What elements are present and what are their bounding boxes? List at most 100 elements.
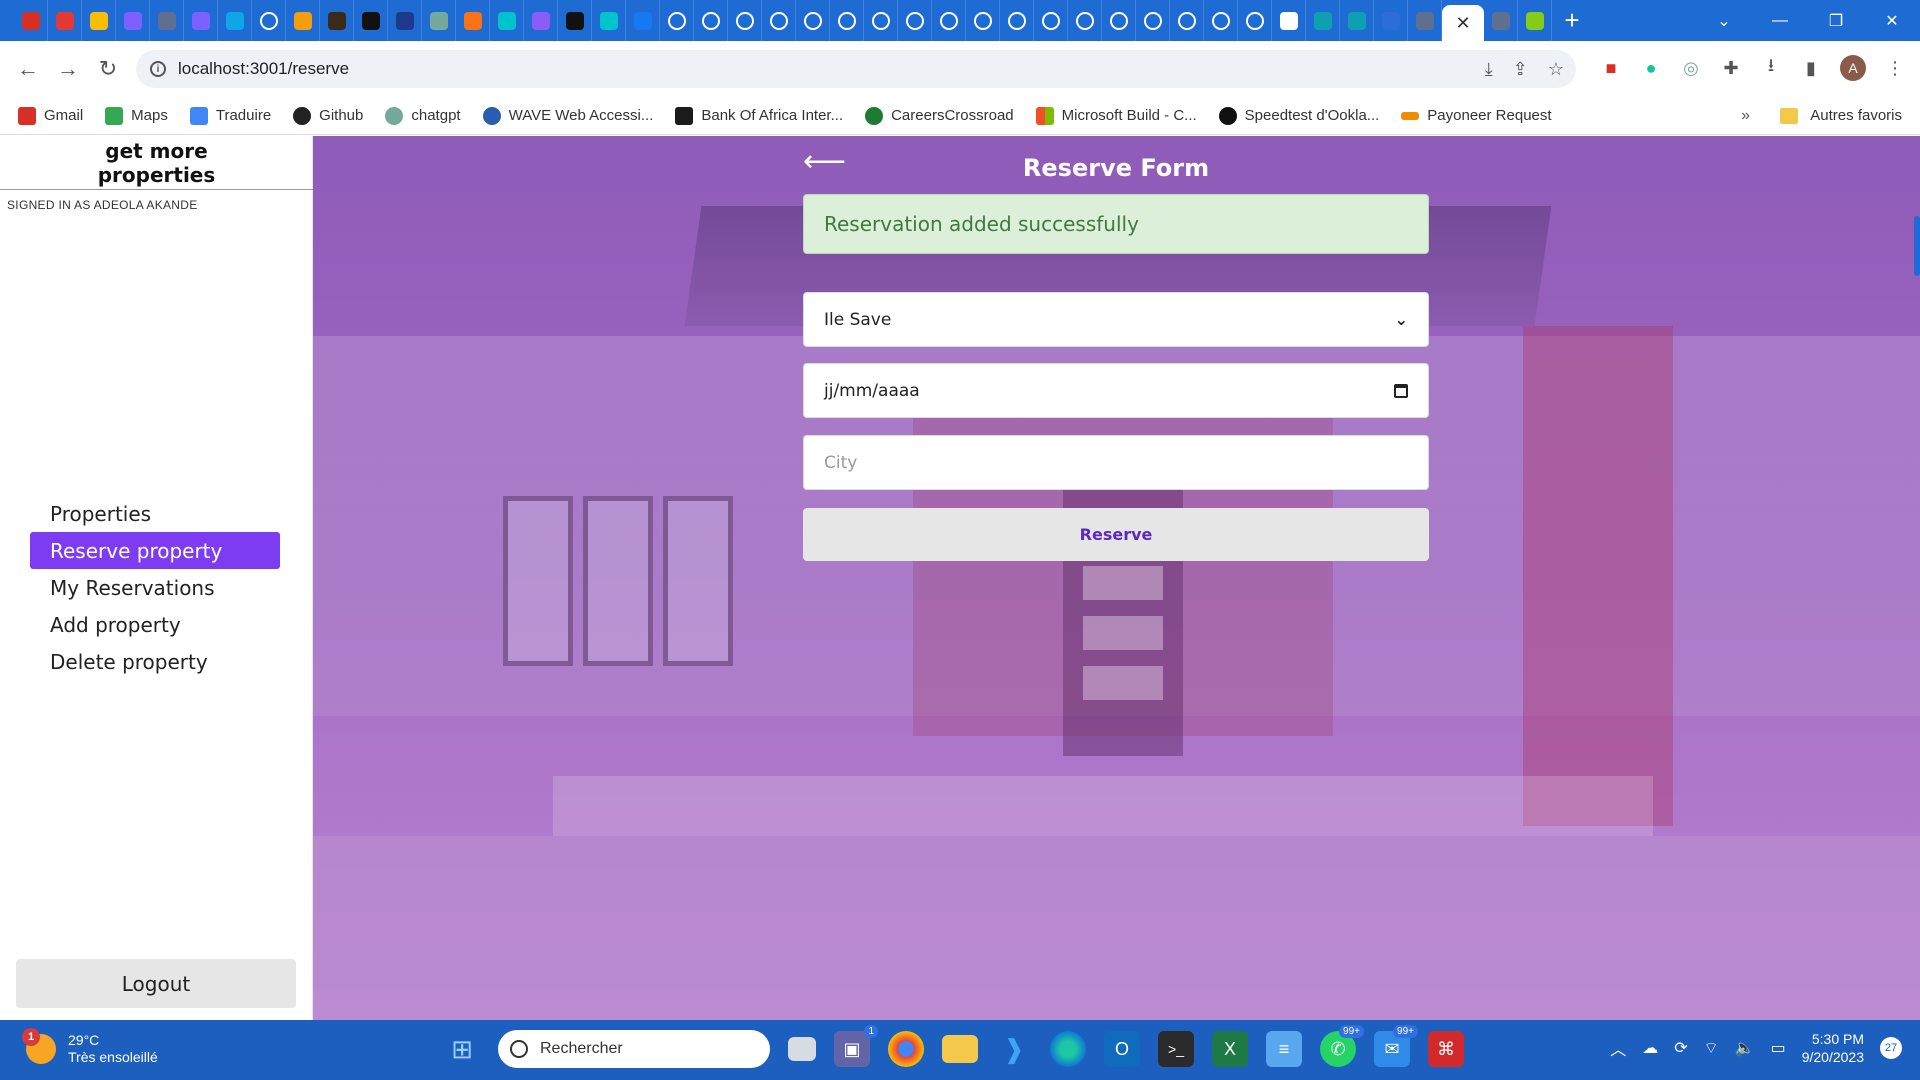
restore-button[interactable]: ❐ bbox=[1808, 11, 1864, 31]
bookmark-gmail[interactable]: Gmail bbox=[18, 106, 83, 125]
taskbar-search[interactable]: Rechercher bbox=[498, 1030, 770, 1068]
chevron-up-icon[interactable]: ︿ bbox=[1610, 1036, 1626, 1060]
install-icon[interactable]: ⤓ bbox=[1485, 59, 1493, 80]
bookmark-github[interactable]: Github bbox=[293, 106, 363, 125]
tab[interactable] bbox=[1408, 0, 1442, 41]
github-tab[interactable] bbox=[1238, 0, 1272, 41]
file-explorer-icon[interactable] bbox=[942, 1035, 978, 1063]
sync-icon[interactable]: ⟳ bbox=[1674, 1038, 1687, 1058]
tab[interactable] bbox=[150, 0, 184, 41]
start-windows-icon[interactable]: ⊞ bbox=[444, 1031, 480, 1067]
forward-icon[interactable]: → bbox=[48, 56, 88, 82]
bookmark-chatgpt[interactable]: chatgpt bbox=[385, 106, 461, 125]
chrome-icon[interactable] bbox=[888, 1031, 924, 1067]
notification-count-badge[interactable]: 27 bbox=[1880, 1037, 1902, 1059]
minimize-button[interactable]: — bbox=[1752, 12, 1808, 30]
tab[interactable] bbox=[456, 0, 490, 41]
github-tab[interactable] bbox=[864, 0, 898, 41]
bookmark-wave[interactable]: WAVE Web Accessi... bbox=[482, 106, 653, 125]
bookmark-speedtest[interactable]: Speedtest d'Ookla... bbox=[1218, 106, 1379, 125]
vscode-icon[interactable]: ❱ bbox=[996, 1031, 1032, 1067]
tab[interactable] bbox=[218, 0, 252, 41]
tab[interactable] bbox=[116, 0, 150, 41]
reload-icon[interactable]: ↻ bbox=[88, 56, 128, 82]
other-bookmarks-folder[interactable]: Autres favoris bbox=[1780, 107, 1902, 124]
tab-search-icon[interactable]: ⌄ bbox=[1696, 11, 1752, 31]
outlook-icon[interactable]: O bbox=[1104, 1031, 1140, 1067]
tab[interactable] bbox=[1340, 0, 1374, 41]
github-tab[interactable] bbox=[252, 0, 286, 41]
github-tab[interactable] bbox=[966, 0, 1000, 41]
bookmark-payoneer[interactable]: Payoneer Request bbox=[1401, 107, 1552, 124]
city-input[interactable]: City bbox=[803, 435, 1429, 490]
tab[interactable] bbox=[422, 0, 456, 41]
omnibox[interactable]: i localhost:3001/reserve ⤓ ⇪ ☆ bbox=[136, 50, 1576, 88]
profile-avatar[interactable]: A bbox=[1840, 55, 1866, 81]
github-tab[interactable] bbox=[796, 0, 830, 41]
share-icon[interactable]: ⇪ bbox=[1513, 59, 1528, 80]
nav-item-add-property[interactable]: Add property bbox=[30, 606, 280, 643]
tab[interactable] bbox=[48, 0, 82, 41]
excel-icon[interactable]: X bbox=[1212, 1031, 1248, 1067]
tab[interactable] bbox=[14, 0, 48, 41]
tab[interactable] bbox=[1518, 0, 1552, 41]
github-tab[interactable] bbox=[1068, 0, 1102, 41]
back-icon[interactable]: ← bbox=[8, 56, 48, 82]
github-tab[interactable] bbox=[1000, 0, 1034, 41]
edge-icon[interactable] bbox=[1050, 1031, 1086, 1067]
task-view-icon[interactable] bbox=[788, 1037, 816, 1061]
bookmark-traduire[interactable]: Traduire bbox=[189, 106, 271, 125]
github-tab[interactable] bbox=[660, 0, 694, 41]
site-info-icon[interactable]: i bbox=[150, 61, 166, 77]
brand-logo[interactable]: get more properties bbox=[0, 136, 313, 190]
bookmark-microsoft-build[interactable]: Microsoft Build - C... bbox=[1035, 106, 1197, 125]
tab[interactable] bbox=[82, 0, 116, 41]
github-tab[interactable] bbox=[1136, 0, 1170, 41]
volume-icon[interactable]: 🔈 bbox=[1735, 1038, 1755, 1058]
tab[interactable] bbox=[1374, 0, 1408, 41]
tab[interactable] bbox=[1306, 0, 1340, 41]
date-input[interactable]: jj/mm/aaaa bbox=[803, 363, 1429, 418]
tab[interactable] bbox=[1272, 0, 1306, 41]
scrollbar-thumb[interactable] bbox=[1914, 216, 1920, 276]
github-tab[interactable] bbox=[898, 0, 932, 41]
terminal-icon[interactable]: >_ bbox=[1158, 1031, 1194, 1067]
onedrive-icon[interactable]: ☁ bbox=[1642, 1038, 1658, 1058]
property-select[interactable]: Ile Save ⌄ bbox=[803, 292, 1429, 347]
url-text[interactable]: localhost:3001/reserve bbox=[178, 59, 349, 79]
github-tab[interactable] bbox=[1170, 0, 1204, 41]
weather-widget[interactable]: 1 29°C Très ensoleillé bbox=[22, 1028, 158, 1066]
battery-icon[interactable]: ▭ bbox=[1771, 1038, 1786, 1058]
github-tab[interactable] bbox=[1204, 0, 1238, 41]
whatsapp-icon[interactable]: ✆ 99+ bbox=[1320, 1025, 1364, 1067]
github-tab[interactable] bbox=[1034, 0, 1068, 41]
bookmark-maps[interactable]: Maps bbox=[105, 106, 168, 125]
sidepanel-icon[interactable]: ▮ bbox=[1800, 57, 1822, 79]
clock[interactable]: 5:30 PM 9/20/2023 bbox=[1802, 1030, 1864, 1066]
extension-icon[interactable]: ■ bbox=[1600, 57, 1622, 79]
tab[interactable] bbox=[354, 0, 388, 41]
nav-item-properties[interactable]: Properties bbox=[30, 495, 280, 532]
github-tab[interactable] bbox=[762, 0, 796, 41]
wifi-icon[interactable]: ⌔ bbox=[1704, 1038, 1719, 1058]
menu-dots-icon[interactable]: ⋮ bbox=[1884, 57, 1906, 79]
tab[interactable] bbox=[524, 0, 558, 41]
github-tab[interactable] bbox=[830, 0, 864, 41]
github-tab[interactable] bbox=[694, 0, 728, 41]
teams-icon[interactable]: ▣ 1 bbox=[834, 1025, 878, 1067]
github-tab[interactable] bbox=[728, 0, 762, 41]
tab[interactable] bbox=[592, 0, 626, 41]
tab[interactable] bbox=[184, 0, 218, 41]
tab[interactable] bbox=[626, 0, 660, 41]
mail-icon[interactable]: ✉ 99+ bbox=[1374, 1025, 1418, 1067]
close-window-button[interactable]: ✕ bbox=[1864, 11, 1920, 31]
grammarly-icon[interactable]: ● bbox=[1640, 57, 1662, 79]
nav-item-delete-property[interactable]: Delete property bbox=[30, 643, 280, 680]
tab[interactable] bbox=[286, 0, 320, 41]
nav-item-reserve-property[interactable]: Reserve property bbox=[30, 532, 280, 569]
tab[interactable] bbox=[388, 0, 422, 41]
reserve-button[interactable]: Reserve bbox=[803, 508, 1429, 561]
github-tab[interactable] bbox=[932, 0, 966, 41]
bookmark-careers[interactable]: CareersCrossroad bbox=[865, 106, 1014, 125]
download-icon[interactable]: ⭳ bbox=[1760, 55, 1782, 79]
